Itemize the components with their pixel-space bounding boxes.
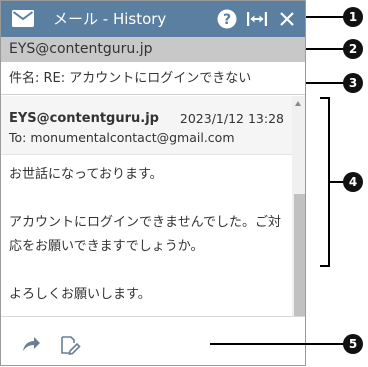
callout-bracket-bottom xyxy=(320,265,330,267)
callout-badge-2: 2 xyxy=(343,39,363,59)
title-bar: メール - History ? xyxy=(1,1,305,37)
scroll-up-arrow-icon[interactable] xyxy=(295,101,301,106)
message-header: EYS@contentguru.jp 2023/1/12 13:28 To: m… xyxy=(1,96,292,155)
svg-text:?: ? xyxy=(223,12,231,28)
mail-icon xyxy=(12,10,34,31)
body-line: よろしくお願いします。 xyxy=(9,287,151,302)
callout-badge-5: 5 xyxy=(343,334,363,354)
callout-line-5 xyxy=(210,343,350,345)
scrollbar-thumb[interactable] xyxy=(294,194,305,316)
body-blank-line xyxy=(9,259,285,283)
body-blank-line xyxy=(9,187,285,211)
footer-toolbar xyxy=(1,316,305,365)
subject-line: 件名: RE: アカウントにログインできない xyxy=(1,62,305,95)
sender-bar: EYS@contentguru.jp xyxy=(1,37,305,62)
message-body: お世話になっております。 アカウントにログインできませんでした。ご対応をお願いで… xyxy=(9,163,285,307)
expand-width-icon[interactable] xyxy=(246,9,268,33)
message-to: To: monumentalcontact@gmail.com xyxy=(9,130,235,145)
message-date: 2023/1/12 13:28 xyxy=(179,111,284,126)
vertical-scrollbar[interactable] xyxy=(292,96,305,316)
body-line: アカウントにログインできませんでした。ご対応をお願いできますでしょうか。 xyxy=(9,215,281,254)
help-icon[interactable]: ? xyxy=(217,9,237,33)
window-title: メール - History xyxy=(53,10,167,28)
message-from: EYS@contentguru.jp xyxy=(9,111,159,126)
callout-badge-3: 3 xyxy=(343,73,363,93)
edit-note-icon[interactable] xyxy=(59,335,81,359)
message-content: EYS@contentguru.jp 2023/1/12 13:28 To: m… xyxy=(1,96,292,316)
forward-icon[interactable] xyxy=(21,335,41,357)
callout-badge-1: 1 xyxy=(343,7,363,27)
body-line: お世話になっております。 xyxy=(9,167,163,182)
email-history-panel: メール - History ? EYS@contentguru.jp 件名: R… xyxy=(0,0,306,366)
callout-badge-4: 4 xyxy=(343,172,363,192)
close-icon[interactable] xyxy=(278,9,296,33)
